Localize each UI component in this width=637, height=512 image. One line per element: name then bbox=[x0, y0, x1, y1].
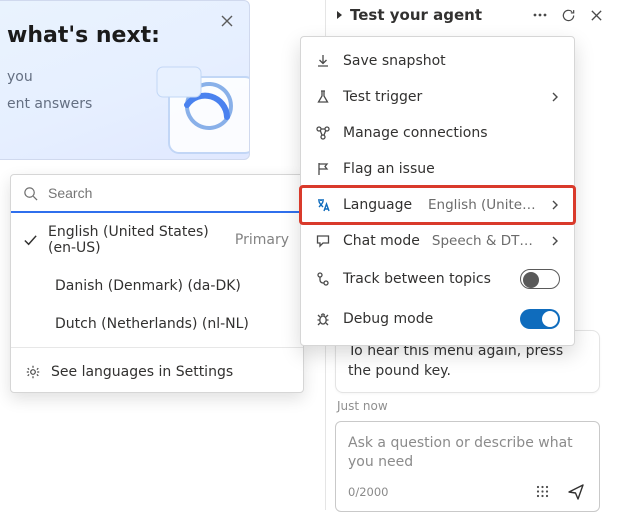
message-timestamp: Just now bbox=[337, 399, 598, 413]
menu-language[interactable]: Language English (United … bbox=[301, 187, 574, 223]
menu-current-language: English (United … bbox=[428, 197, 538, 213]
panel-header: Test your agent bbox=[326, 0, 615, 32]
menu-label: Test trigger bbox=[343, 89, 538, 105]
menu-manage-connections[interactable]: Manage connections bbox=[301, 115, 574, 151]
bug-icon bbox=[315, 311, 331, 327]
language-primary-badge: Primary bbox=[235, 232, 289, 248]
menu-label: Manage connections bbox=[343, 125, 560, 141]
keypad-button[interactable] bbox=[531, 481, 553, 503]
track-icon bbox=[315, 271, 331, 287]
panel-title: Test your agent bbox=[350, 6, 523, 24]
chat-input[interactable]: Ask a question or describe what you need… bbox=[335, 421, 600, 512]
menu-debug-mode[interactable]: Debug mode bbox=[301, 299, 574, 339]
track-toggle[interactable] bbox=[520, 269, 560, 289]
close-panel-button[interactable] bbox=[585, 4, 607, 26]
welcome-card: what's next: you ent answers bbox=[0, 0, 250, 160]
char-count: 0/2000 bbox=[348, 485, 388, 499]
language-option-label: English (United States) (en-US) bbox=[48, 224, 221, 256]
menu-track-between-topics[interactable]: Track between topics bbox=[301, 259, 574, 299]
menu-label: Language bbox=[343, 197, 416, 213]
send-button[interactable] bbox=[565, 481, 587, 503]
language-flyout: English (United States) (en-US) Primary … bbox=[10, 174, 304, 393]
menu-save-snapshot[interactable]: Save snapshot bbox=[301, 43, 574, 79]
checkmark-icon bbox=[23, 233, 38, 248]
language-search-row bbox=[11, 175, 303, 213]
menu-chat-mode[interactable]: Chat mode Speech & DTMF bbox=[301, 223, 574, 259]
menu-test-trigger[interactable]: Test trigger bbox=[301, 79, 574, 115]
download-icon bbox=[315, 53, 331, 69]
menu-label: Save snapshot bbox=[343, 53, 560, 69]
language-option-nl-nl[interactable]: Dutch (Netherlands) (nl-NL) bbox=[11, 305, 303, 343]
chevron-right-icon bbox=[550, 91, 560, 103]
menu-label: Chat mode bbox=[343, 233, 420, 249]
search-icon bbox=[23, 186, 38, 201]
connections-icon bbox=[315, 125, 331, 141]
gear-icon bbox=[25, 364, 41, 380]
chevron-right-icon bbox=[550, 199, 560, 211]
menu-label: Debug mode bbox=[343, 311, 508, 327]
close-button[interactable] bbox=[215, 9, 239, 33]
language-option-en-us[interactable]: English (United States) (en-US) Primary bbox=[11, 213, 303, 267]
chat-area: To hear this menu again, press the pound… bbox=[335, 330, 600, 512]
welcome-title: what's next: bbox=[7, 23, 229, 48]
flag-icon bbox=[315, 161, 331, 177]
see-languages-settings[interactable]: See languages in Settings bbox=[11, 352, 303, 392]
bot-message-text: To hear this menu again, press the pound… bbox=[348, 343, 563, 379]
debug-toggle[interactable] bbox=[520, 309, 560, 329]
chevron-right-icon bbox=[550, 235, 560, 247]
more-button[interactable] bbox=[529, 4, 551, 26]
language-search-input[interactable] bbox=[46, 184, 291, 202]
language-option-label: Dutch (Netherlands) (nl-NL) bbox=[55, 316, 249, 332]
refresh-button[interactable] bbox=[557, 4, 579, 26]
collapse-caret-icon[interactable] bbox=[334, 10, 344, 20]
menu-label: Flag an issue bbox=[343, 161, 560, 177]
language-icon bbox=[315, 197, 331, 213]
panel-overflow-menu: Save snapshot Test trigger Manage connec… bbox=[300, 36, 575, 346]
menu-flag-issue[interactable]: Flag an issue bbox=[301, 151, 574, 187]
chat-icon bbox=[315, 233, 331, 249]
chat-input-placeholder: Ask a question or describe what you need bbox=[348, 434, 587, 473]
welcome-illustration bbox=[151, 59, 250, 160]
flask-icon bbox=[315, 89, 331, 105]
see-languages-label: See languages in Settings bbox=[51, 364, 233, 380]
menu-label: Track between topics bbox=[343, 271, 508, 287]
divider bbox=[11, 347, 303, 348]
language-option-da-dk[interactable]: Danish (Denmark) (da-DK) bbox=[11, 267, 303, 305]
language-option-label: Danish (Denmark) (da-DK) bbox=[55, 278, 241, 294]
menu-current-chat-mode: Speech & DTMF bbox=[432, 233, 538, 249]
